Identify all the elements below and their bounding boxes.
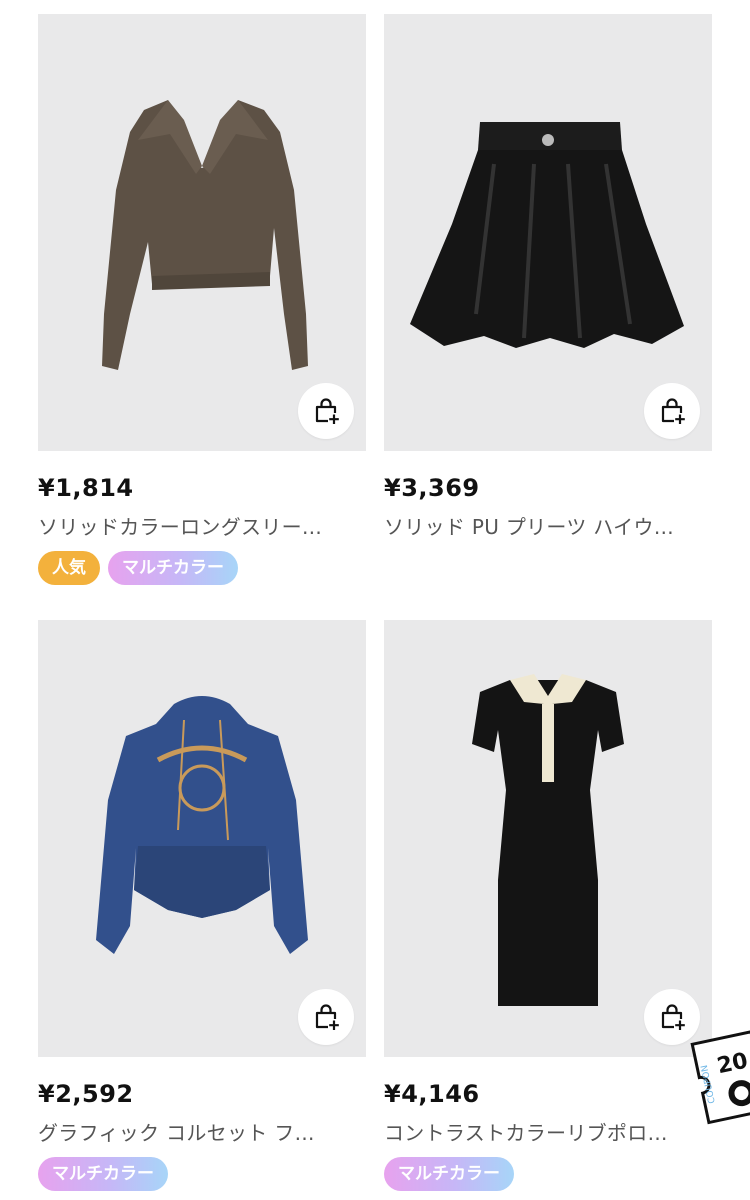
product-price: ¥3,369 <box>384 474 480 502</box>
product-card[interactable]: ¥1,814 ソリッドカラーロングスリー… 人気 マルチカラー <box>38 14 366 585</box>
tag-list: 人気 マルチカラー <box>38 551 366 585</box>
tag-multicolor: マルチカラー <box>38 1157 168 1191</box>
product-image[interactable] <box>38 620 366 1057</box>
coupon-badge[interactable]: COUPON 20 <box>690 1030 750 1126</box>
product-title[interactable]: コントラストカラーリブポロ… <box>384 1119 712 1147</box>
product-card[interactable]: ¥3,369 ソリッド PU プリーツ ハイウ… <box>384 14 712 541</box>
add-to-bag-button[interactable] <box>298 989 354 1045</box>
product-image[interactable] <box>384 620 712 1057</box>
tag-list: マルチカラー <box>384 1157 712 1191</box>
product-card[interactable]: ¥4,146 コントラストカラーリブポロ… マルチカラー <box>384 620 712 1191</box>
product-title[interactable]: ソリッドカラーロングスリー… <box>38 513 366 541</box>
tag-multicolor: マルチカラー <box>108 551 238 585</box>
product-image[interactable] <box>38 14 366 451</box>
product-price: ¥1,814 <box>38 474 134 502</box>
tag-list: マルチカラー <box>38 1157 366 1191</box>
tag-popular: 人気 <box>38 551 100 585</box>
bag-plus-icon <box>661 1004 686 1031</box>
bag-plus-icon <box>315 398 340 425</box>
bag-plus-icon <box>661 398 686 425</box>
bag-plus-icon <box>315 1004 340 1031</box>
product-title[interactable]: グラフィック コルセット フ… <box>38 1119 366 1147</box>
product-title[interactable]: ソリッド PU プリーツ ハイウ… <box>384 513 712 541</box>
product-price: ¥2,592 <box>38 1080 134 1108</box>
product-price: ¥4,146 <box>384 1080 480 1108</box>
tag-multicolor: マルチカラー <box>384 1157 514 1191</box>
add-to-bag-button[interactable] <box>644 383 700 439</box>
add-to-bag-button[interactable] <box>298 383 354 439</box>
product-card[interactable]: ¥2,592 グラフィック コルセット フ… マルチカラー <box>38 620 366 1191</box>
product-image[interactable] <box>384 14 712 451</box>
